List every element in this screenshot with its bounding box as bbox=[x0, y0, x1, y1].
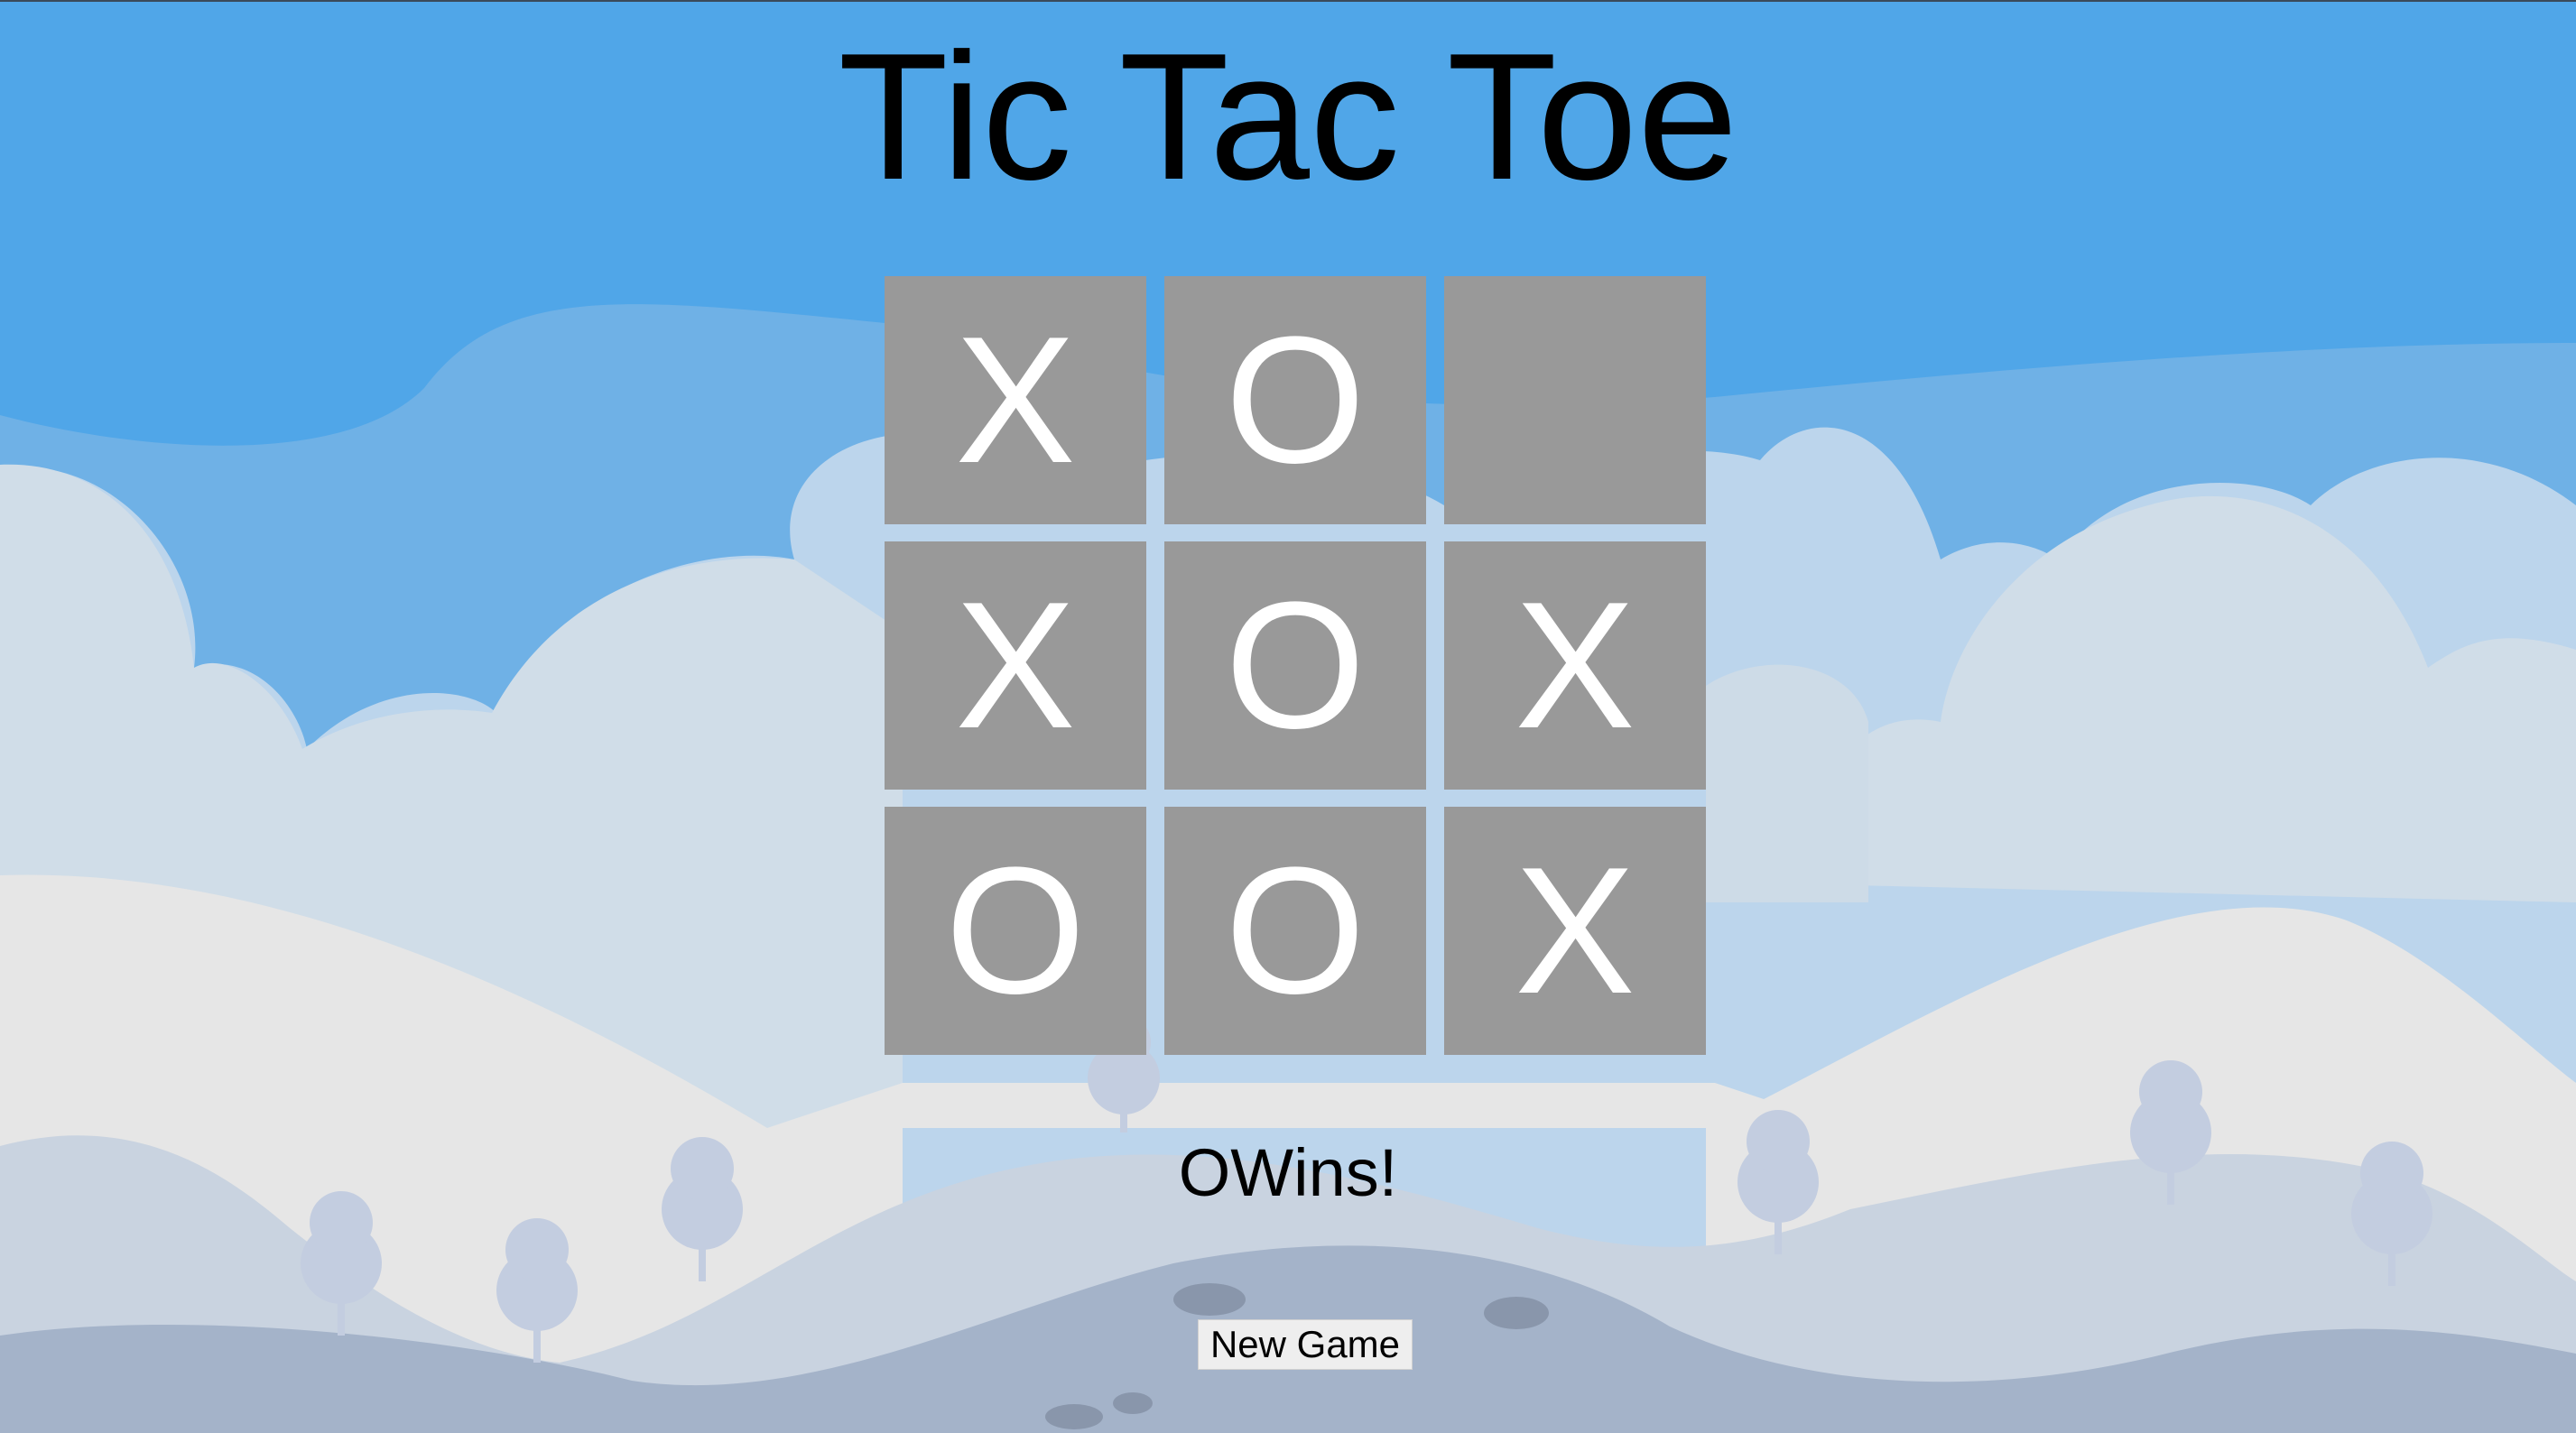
game-board: X O X O X O O X bbox=[885, 276, 1707, 1055]
board-cell-r2-c3[interactable]: X bbox=[1444, 541, 1706, 790]
board-cell-r1-c3[interactable] bbox=[1444, 276, 1706, 524]
board-cell-r3-c3[interactable]: X bbox=[1444, 807, 1706, 1055]
board-cell-r3-c1[interactable]: O bbox=[885, 807, 1146, 1055]
board-cell-r3-c2[interactable]: O bbox=[1164, 807, 1426, 1055]
new-game-button[interactable]: New Game bbox=[1198, 1319, 1413, 1370]
page-title: Tic Tac Toe bbox=[838, 16, 1738, 217]
board-cell-r1-c2[interactable]: O bbox=[1164, 276, 1426, 524]
board-cell-r1-c1[interactable]: X bbox=[885, 276, 1146, 524]
game-status-message: OWins! bbox=[1178, 1135, 1398, 1210]
board-cell-r2-c1[interactable]: X bbox=[885, 541, 1146, 790]
game-screen: Tic Tac Toe X O X O X O O X OWins! New G… bbox=[0, 0, 2576, 1433]
board-cell-r2-c2[interactable]: O bbox=[1164, 541, 1426, 790]
top-border bbox=[0, 0, 2576, 2]
